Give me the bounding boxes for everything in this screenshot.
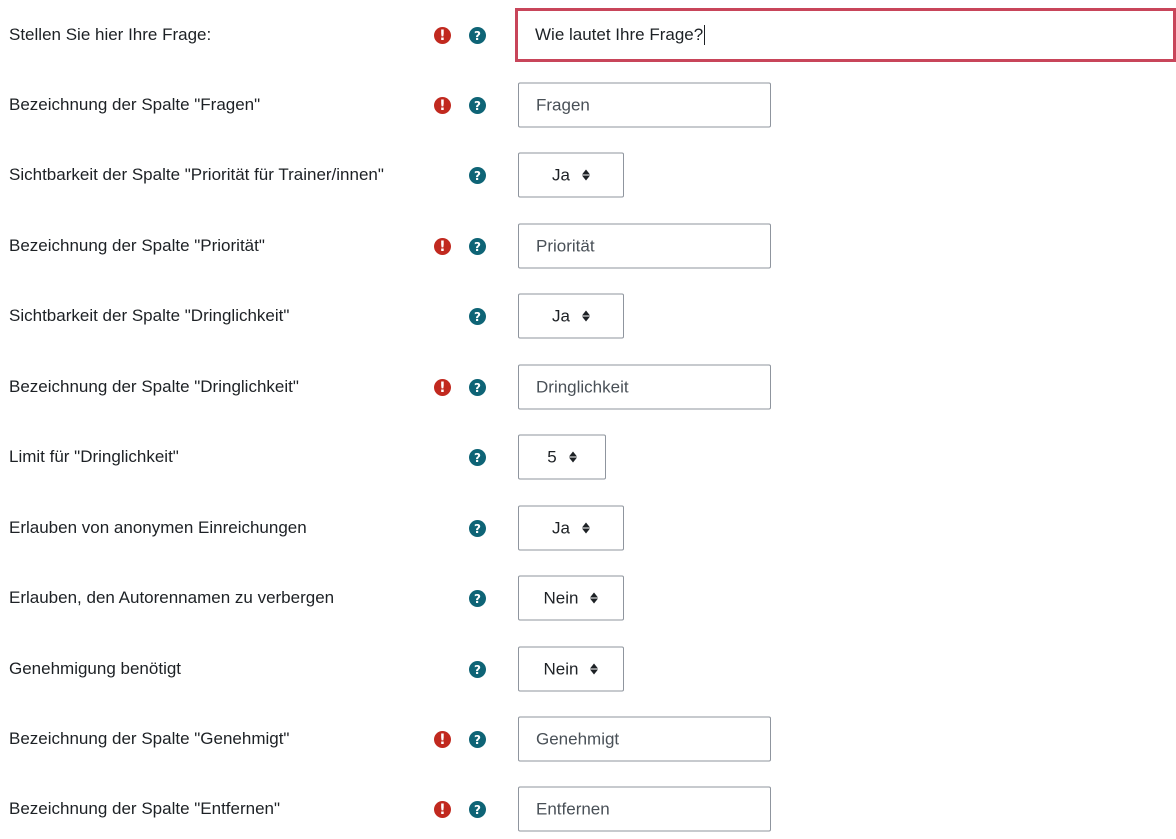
question-input-value: Wie lautet Ihre Frage?	[535, 25, 704, 44]
field-row-genehmigt: Bezeichnung der Spalte "Genehmigt" ! ? G…	[0, 709, 1176, 769]
field-row-prioritaet-sichtbarkeit: Sichtbarkeit der Spalte "Priorität für T…	[0, 145, 1176, 205]
field-row-dringlichkeit-sichtbarkeit: Sichtbarkeit der Spalte "Dringlichkeit" …	[0, 286, 1176, 346]
select-value: Ja	[552, 165, 570, 184]
select-caret-icon	[568, 451, 577, 463]
help-icon[interactable]: ?	[469, 379, 486, 396]
field-label: Limit für "Dringlichkeit"	[9, 447, 179, 466]
select-value: Nein	[543, 659, 579, 678]
field-row-genehmigung: Genehmigung benötigt ? Nein	[0, 639, 1176, 699]
select-caret-icon	[581, 522, 590, 534]
select-value: Ja	[552, 518, 570, 537]
help-icon[interactable]: ?	[469, 449, 486, 466]
help-icon[interactable]: ?	[469, 520, 486, 537]
select-caret-icon	[590, 592, 599, 604]
field-label: Bezeichnung der Spalte "Fragen"	[9, 95, 261, 114]
help-icon[interactable]: ?	[469, 27, 486, 44]
select-value: 5	[547, 447, 557, 466]
field-row-dringlichkeit: Bezeichnung der Spalte "Dringlichkeit" !…	[0, 357, 1176, 417]
genehmigt-input[interactable]: Genehmigt	[518, 716, 771, 762]
select-value: Nein	[543, 588, 579, 607]
field-label: Sichtbarkeit der Spalte "Priorität für T…	[9, 165, 384, 184]
field-label: Bezeichnung der Spalte "Dringlichkeit"	[9, 377, 299, 396]
field-row-entfernen: Bezeichnung der Spalte "Entfernen" ! ? E…	[0, 779, 1176, 839]
dringlichkeit-input[interactable]: Dringlichkeit	[518, 364, 771, 410]
fragen-input[interactable]: Fragen	[518, 82, 771, 128]
field-row-autor: Erlauben, den Autorennamen zu verbergen …	[0, 568, 1176, 628]
field-row-limit: Limit für "Dringlichkeit" ? 5	[0, 427, 1176, 487]
required-icon: !	[434, 97, 451, 114]
prioritaet-input[interactable]: Priorität	[518, 223, 771, 269]
field-label: Bezeichnung der Spalte "Genehmigt"	[9, 729, 290, 748]
required-icon: !	[434, 238, 451, 255]
field-label: Bezeichnung der Spalte "Priorität"	[9, 236, 265, 255]
field-label: Erlauben von anonymen Einreichungen	[9, 518, 307, 537]
required-icon: !	[434, 379, 451, 396]
help-icon[interactable]: ?	[469, 801, 486, 818]
prioritaet-visibility-select[interactable]: Ja	[518, 152, 624, 198]
required-icon: !	[434, 27, 451, 44]
help-icon[interactable]: ?	[469, 238, 486, 255]
question-label: Stellen Sie hier Ihre Frage:	[9, 25, 212, 44]
field-label: Bezeichnung der Spalte "Entfernen"	[9, 799, 281, 818]
select-caret-icon	[581, 310, 590, 322]
field-row-fragen: Bezeichnung der Spalte "Fragen" ! ? Frag…	[0, 75, 1176, 135]
limit-select[interactable]: 5	[518, 434, 606, 480]
select-value: Ja	[552, 306, 570, 325]
select-caret-icon	[581, 169, 590, 181]
question-input[interactable]: Wie lautet Ihre Frage?	[515, 8, 1176, 62]
help-icon[interactable]: ?	[469, 731, 486, 748]
help-icon[interactable]: ?	[469, 167, 486, 184]
required-icon: !	[434, 731, 451, 748]
help-icon[interactable]: ?	[469, 97, 486, 114]
required-icon: !	[434, 801, 451, 818]
field-label: Erlauben, den Autorennamen zu verbergen	[9, 588, 335, 607]
field-row-prioritaet: Bezeichnung der Spalte "Priorität" ! ? P…	[0, 216, 1176, 276]
approval-select[interactable]: Nein	[518, 646, 624, 692]
dringlichkeit-visibility-select[interactable]: Ja	[518, 293, 624, 339]
field-row-anonym: Erlauben von anonymen Einreichungen ? Ja	[0, 498, 1176, 558]
select-caret-icon	[590, 663, 599, 675]
text-cursor	[704, 25, 706, 45]
help-icon[interactable]: ?	[469, 590, 486, 607]
field-label: Genehmigung benötigt	[9, 659, 182, 678]
help-icon[interactable]: ?	[469, 661, 486, 678]
field-label: Sichtbarkeit der Spalte "Dringlichkeit"	[9, 306, 290, 325]
help-icon[interactable]: ?	[469, 308, 486, 325]
hide-author-select[interactable]: Nein	[518, 575, 624, 621]
anonymous-select[interactable]: Ja	[518, 505, 624, 551]
